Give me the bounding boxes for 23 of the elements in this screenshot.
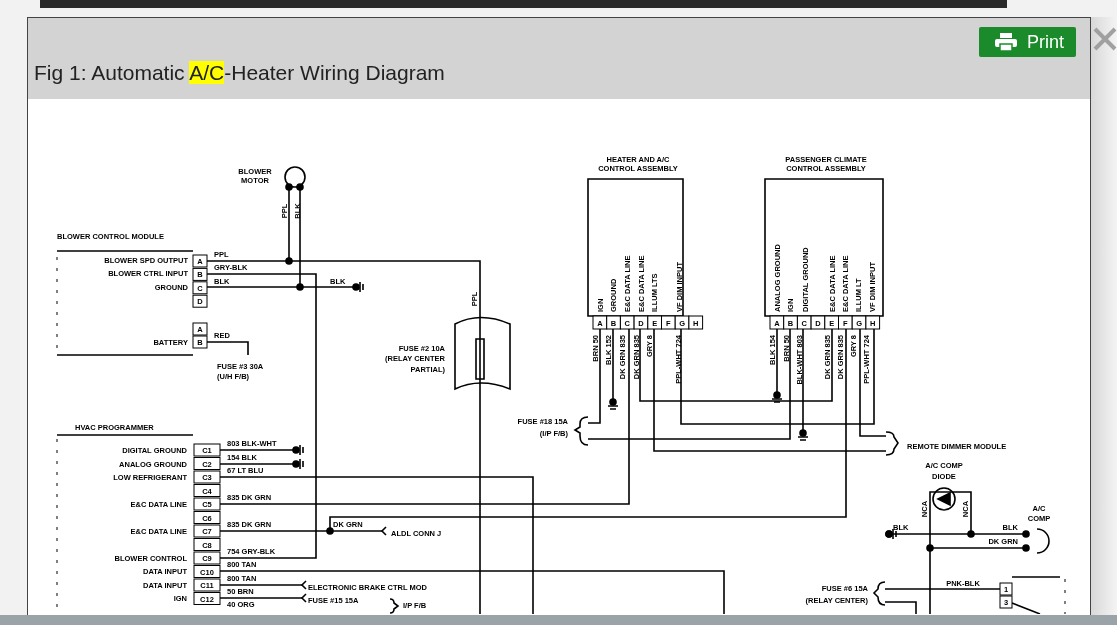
junction-dot bbox=[296, 283, 304, 291]
ground-symbol bbox=[292, 458, 304, 470]
junction-dot bbox=[326, 527, 334, 535]
print-button[interactable]: Print bbox=[979, 27, 1076, 57]
close-icon bbox=[1093, 27, 1117, 51]
junction-dot bbox=[967, 530, 975, 538]
junction-dot bbox=[1022, 530, 1030, 538]
junction-dot bbox=[296, 183, 304, 191]
dialog-title: Fig 1: Automatic A/C-Heater Wiring Diagram bbox=[34, 61, 446, 85]
junction-dot bbox=[926, 544, 934, 552]
diode-symbol bbox=[932, 487, 956, 511]
ground-symbol bbox=[771, 391, 783, 403]
motor-symbol bbox=[284, 166, 306, 188]
ground-symbol bbox=[797, 429, 809, 441]
junction-dot bbox=[885, 530, 893, 538]
junction-dot bbox=[285, 257, 293, 265]
junction-dot bbox=[1022, 544, 1030, 552]
compressor-symbol bbox=[1036, 528, 1050, 554]
printer-icon bbox=[995, 33, 1017, 51]
ground-symbol bbox=[292, 444, 304, 456]
junction-dot bbox=[285, 183, 293, 191]
ground-symbol bbox=[607, 398, 619, 410]
ground-symbol bbox=[352, 281, 364, 293]
